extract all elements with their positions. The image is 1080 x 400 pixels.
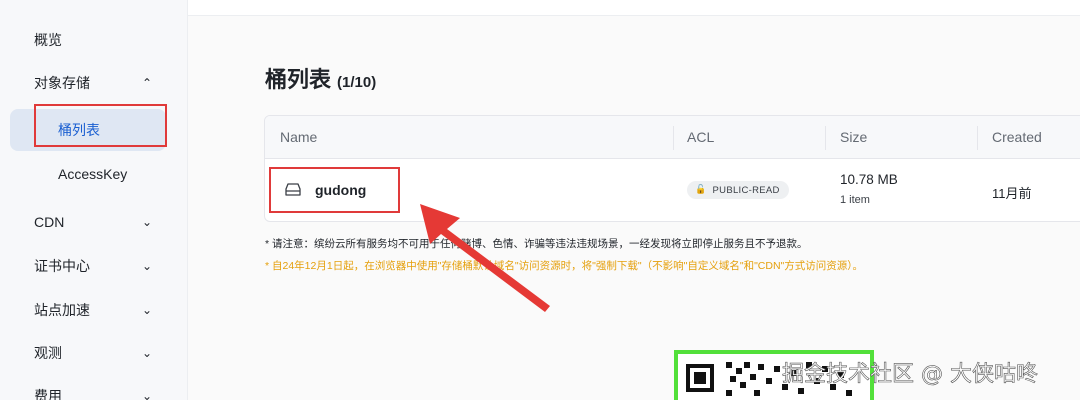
nav-observability[interactable]: 观测 ⌄ [0, 331, 188, 375]
column-header-size[interactable]: Size [840, 129, 867, 145]
nav-label: 对象存储 [34, 75, 90, 91]
acl-value: PUBLIC-READ [712, 184, 780, 196]
chevron-down-icon: ⌄ [141, 215, 152, 229]
bucket-count: (1/10) [337, 74, 377, 91]
chevron-down-icon: ⌄ [141, 303, 152, 317]
nav-label: 站点加速 [34, 302, 90, 318]
nav-label: 证书中心 [34, 258, 90, 274]
nav-object-storage[interactable]: 对象存储 ⌃ [0, 61, 188, 105]
top-bar [188, 0, 1080, 16]
disk-icon [285, 183, 301, 196]
nav-label: 桶列表 [58, 122, 100, 138]
column-divider [825, 126, 826, 150]
nav-overview[interactable]: 概览 [0, 18, 188, 62]
nav-label: 观测 [34, 345, 62, 361]
chevron-down-icon: ⌄ [141, 389, 152, 400]
nav-label: AccessKey [58, 166, 128, 182]
main-content: 桶列表 (1/10) Name ACL Size Created gudong 🔓… [188, 0, 1080, 400]
lock-open-icon: 🔓 [695, 185, 707, 195]
acl-badge: 🔓 PUBLIC-READ [687, 181, 789, 199]
chevron-down-icon: ⌄ [141, 259, 152, 273]
nav-label: 概览 [34, 32, 62, 48]
bucket-name: gudong [315, 182, 367, 198]
item-count: 1 item [840, 194, 870, 206]
nav-billing[interactable]: 费用 ⌄ [0, 374, 188, 400]
page-title: 桶列表 (1/10) [265, 62, 376, 94]
chevron-down-icon: ⌄ [141, 346, 152, 360]
nav-label: CDN [34, 214, 65, 230]
annotation-arrow [420, 204, 550, 312]
column-divider [673, 126, 674, 150]
bucket-name-link[interactable]: gudong [269, 167, 400, 213]
column-header-created[interactable]: Created [992, 129, 1042, 145]
size-value: 10.78 MB [840, 172, 898, 187]
chevron-up-icon: ⌃ [141, 76, 152, 90]
column-header-name[interactable]: Name [280, 129, 317, 145]
nav-accesskey[interactable]: AccessKey [10, 153, 166, 195]
nav-bucket-list[interactable]: 桶列表 [10, 109, 166, 151]
nav-label: 费用 [34, 388, 62, 400]
page-title-text: 桶列表 [265, 67, 332, 92]
nav-site-acceleration[interactable]: 站点加速 ⌄ [0, 288, 188, 332]
sidebar: 概览 对象存储 ⌃ 桶列表 AccessKey CDN ⌄ 证书中心 ⌄ 站点加… [0, 0, 188, 400]
nav-cdn[interactable]: CDN ⌄ [0, 200, 188, 244]
warning-text: * 自24年12月1日起，在浏览器中使用"存储桶默认域名"访问资源时，将"强制下… [265, 260, 864, 272]
bucket-table: Name ACL Size Created gudong 🔓 PUBLIC-RE… [264, 115, 1080, 222]
table-header: Name ACL Size Created [265, 116, 1080, 159]
nav-certificates[interactable]: 证书中心 ⌄ [0, 244, 188, 288]
watermark: 掘金技术社区 @ 大侠咕咚 [782, 362, 1039, 388]
column-divider [977, 126, 978, 150]
column-header-acl[interactable]: ACL [687, 129, 714, 145]
created-value: 11月前 [992, 186, 1032, 201]
